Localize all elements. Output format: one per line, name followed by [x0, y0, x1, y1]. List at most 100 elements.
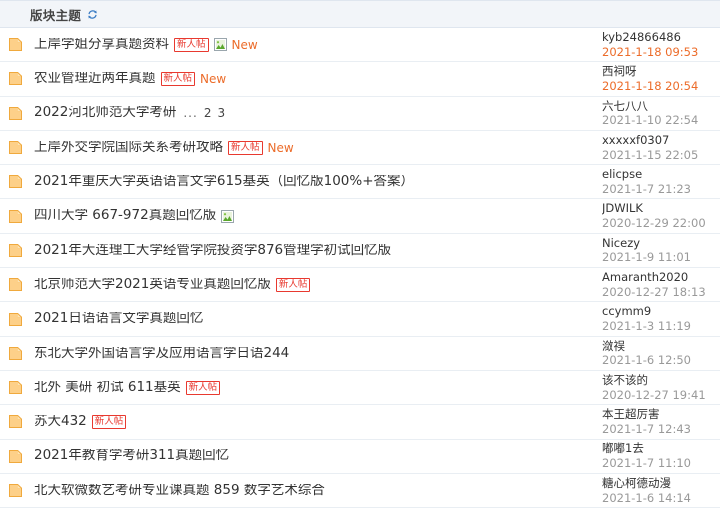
folder-document-icon	[8, 242, 25, 259]
thread-date: 2021-1-3 11:19	[602, 319, 691, 334]
folder-document-icon	[8, 36, 25, 53]
thread-date: 2021-1-6 12:50	[602, 353, 691, 368]
folder-document-icon	[8, 105, 25, 122]
folder-document-icon	[8, 70, 25, 87]
thread-meta: 六七八八 2021-1-10 22:54	[600, 99, 712, 128]
folder-document-icon	[8, 345, 25, 362]
thread-date: 2021-1-18 20:54	[602, 78, 699, 93]
thread-date: 2020-12-29 22:00	[602, 216, 706, 231]
thread-author-link[interactable]: Nicezy	[602, 236, 712, 251]
thread-author-link[interactable]: kyb24866486	[602, 30, 712, 45]
thread-date: 2021-1-18 09:53	[602, 44, 699, 59]
thread-title-link[interactable]: 2021年重庆大学英语语言文学615基英（回忆版100%+答案）	[34, 175, 414, 189]
image-attachment-icon	[221, 209, 235, 223]
thread-title-cell: 2022河北师范大学考研... 2 3	[34, 106, 600, 120]
thread-meta: 西祠呀 2021-1-18 20:54	[600, 64, 712, 93]
thread-meta: xxxxxf0307 2021-1-15 22:05	[600, 133, 712, 162]
thread-meta: ccymm9 2021-1-3 11:19	[600, 304, 712, 333]
folder-document-icon	[8, 208, 25, 225]
thread-row[interactable]: 四川大学 667-972真题回忆版 JDWILK 2020-12-29 22:00	[0, 199, 720, 234]
thread-title-link[interactable]: 四川大学 667-972真题回忆版	[34, 209, 216, 223]
new-flag-label: New	[231, 37, 258, 52]
thread-title-link[interactable]: 北大软微数艺考研专业课真题 859 数字艺术综合	[34, 484, 325, 498]
thread-title-link[interactable]: 2021年大连理工大学经管学院投资学876管理学初试回忆版	[34, 244, 391, 258]
thread-author-link[interactable]: 潋祦	[602, 339, 712, 354]
thread-title-link[interactable]: 农业管理近两年真题	[34, 72, 156, 86]
thread-author-link[interactable]: JDWILK	[602, 201, 712, 216]
thread-row[interactable]: 北大软微数艺考研专业课真题 859 数字艺术综合 糖心柯德动漫 2021-1-6 1…	[0, 474, 720, 508]
thread-title-cell: 农业管理近两年真题 新人帖 New	[34, 71, 600, 86]
refresh-icon[interactable]	[87, 9, 98, 20]
thread-row[interactable]: 上岸学姐分享真题资料 新人帖 New kyb24866486 2021-1-18 09:…	[0, 28, 720, 63]
thread-author-link[interactable]: 该不该的	[602, 373, 712, 388]
thread-title-cell: 东北大学外国语言学及应用语言学日语244	[34, 347, 600, 361]
thread-author-link[interactable]: elicpse	[602, 167, 712, 182]
thread-title-link[interactable]: 上岸外交学院国际关系考研攻略	[34, 141, 223, 155]
folder-document-icon	[8, 448, 25, 465]
thread-meta: 嘟嘟1去 2021-1-7 11:10	[600, 441, 712, 470]
pagination-ellipsis[interactable]: ...	[183, 106, 197, 120]
thread-title-cell: 2021年大连理工大学经管学院投资学876管理学初试回忆版	[34, 244, 600, 258]
thread-title-link[interactable]: 北京师范大学2021英语专业真题回忆版	[34, 278, 271, 292]
thread-meta: 该不该的 2020-12-27 19:41	[600, 373, 712, 402]
thread-title-cell: 2021日语语言文学真题回忆	[34, 312, 600, 326]
thread-title-link[interactable]: 上岸学姐分享真题资料	[34, 38, 169, 52]
thread-row[interactable]: 2021日语语言文学真题回忆 ccymm9 2021-1-3 11:19	[0, 302, 720, 337]
thread-row[interactable]: 2021年大连理工大学经管学院投资学876管理学初试回忆版 Nicezy 2021-…	[0, 234, 720, 269]
thread-title-link[interactable]: 2022河北师范大学考研	[34, 106, 176, 120]
thread-date: 2021-1-6 14:14	[602, 490, 691, 505]
pagination-page-2[interactable]: 2	[204, 106, 212, 120]
thread-author-link[interactable]: 西祠呀	[602, 64, 712, 79]
thread-author-link[interactable]: 六七八八	[602, 99, 712, 114]
thread-row[interactable]: 苏大432 新人帖 本王超厉害 2021-1-7 12:43	[0, 405, 720, 440]
thread-author-link[interactable]: Amaranth2020	[602, 270, 712, 285]
new-user-badge: 新人帖	[185, 380, 221, 395]
thread-title-link[interactable]: 2021年教育学考研311真题回忆	[34, 449, 229, 463]
thread-row[interactable]: 2022河北师范大学考研... 2 3 六七八八 2021-1-10 22:54	[0, 97, 720, 131]
thread-title-link[interactable]: 东北大学外国语言学及应用语言学日语244	[34, 347, 289, 361]
thread-title-cell: 2021年教育学考研311真题回忆	[34, 449, 600, 463]
thread-title-cell: 2021年重庆大学英语语言文学615基英（回忆版100%+答案）	[34, 175, 600, 189]
thread-row[interactable]: 2021年教育学考研311真题回忆 嘟嘟1去 2021-1-7 11:10	[0, 440, 720, 474]
thread-meta: JDWILK 2020-12-29 22:00	[600, 201, 712, 230]
thread-date: 2021-1-9 11:01	[602, 250, 691, 265]
new-user-badge: 新人帖	[228, 140, 263, 155]
thread-row[interactable]: 上岸外交学院国际关系考研攻略 新人帖 New xxxxxf0307 2021-1-15 …	[0, 131, 720, 166]
folder-document-icon	[8, 311, 25, 328]
pagination-page-3[interactable]: 3	[217, 106, 225, 120]
thread-meta: kyb24866486 2021-1-18 09:53	[600, 30, 712, 59]
folder-document-icon	[8, 413, 25, 430]
thread-title-cell: 上岸学姐分享真题资料 新人帖 New	[34, 37, 600, 52]
thread-meta: 潋祦 2021-1-6 12:50	[600, 339, 712, 368]
thread-row[interactable]: 2021年重庆大学英语语言文学615基英（回忆版100%+答案） elicpse 2…	[0, 165, 720, 200]
thread-author-link[interactable]: 本王超厉害	[602, 407, 712, 422]
thread-row[interactable]: 北外 美研 初试 611基英 新人帖 该不该的 2020-12-27 19:41	[0, 371, 720, 406]
thread-row[interactable]: 东北大学外国语言学及应用语言学日语244 潋祦 2021-1-6 12:50	[0, 337, 720, 371]
thread-list: 上岸学姐分享真题资料 新人帖 New kyb24866486 2021-1-18 09:…	[0, 28, 720, 508]
thread-row[interactable]: 北京师范大学2021英语专业真题回忆版 新人帖 Amaranth2020 2020-1…	[0, 268, 720, 303]
thread-author-link[interactable]: 嘟嘟1去	[602, 441, 712, 456]
thread-title-link[interactable]: 2021日语语言文学真题回忆	[34, 312, 203, 326]
new-user-badge: 新人帖	[275, 277, 311, 292]
folder-document-icon	[8, 276, 25, 293]
thread-date: 2021-1-15 22:05	[602, 147, 699, 162]
thread-date: 2020-12-27 19:41	[602, 387, 706, 402]
thread-author-link[interactable]: xxxxxf0307	[602, 133, 712, 148]
thread-row[interactable]: 农业管理近两年真题 新人帖 New 西祠呀 2021-1-18 20:54	[0, 62, 720, 97]
thread-title-cell: 上岸外交学院国际关系考研攻略 新人帖 New	[34, 140, 600, 155]
thread-author-link[interactable]: ccymm9	[602, 304, 712, 319]
new-user-badge: 新人帖	[174, 37, 209, 52]
new-user-badge: 新人帖	[160, 71, 196, 86]
thread-date: 2020-12-27 18:13	[602, 284, 706, 299]
thread-author-link[interactable]: 糖心柯德动漫	[602, 476, 712, 491]
thread-date: 2021-1-7 21:23	[602, 181, 691, 196]
image-attachment-icon	[213, 38, 227, 52]
thread-title-cell: 苏大432 新人帖	[34, 414, 600, 429]
thread-title-cell: 北大软微数艺考研专业课真题 859 数字艺术综合	[34, 484, 600, 498]
new-user-badge: 新人帖	[91, 414, 127, 429]
thread-title-link[interactable]: 北外 美研 初试 611基英	[34, 381, 181, 395]
new-flag-label: New	[200, 71, 227, 86]
thread-title-cell: 北外 美研 初试 611基英 新人帖	[34, 380, 600, 395]
folder-document-icon	[8, 482, 25, 499]
thread-title-link[interactable]: 苏大432	[34, 415, 87, 429]
